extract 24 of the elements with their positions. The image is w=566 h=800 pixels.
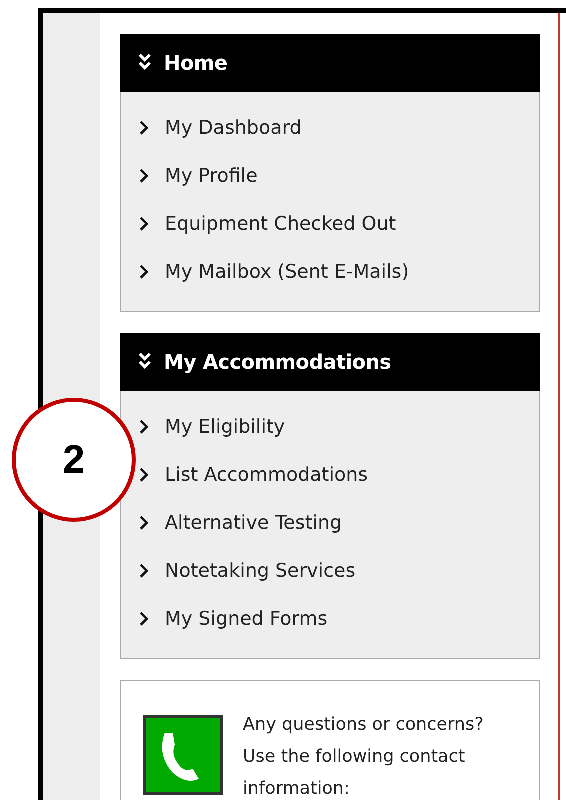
menu-link[interactable]: My Dashboard bbox=[139, 104, 302, 152]
chevron-right-icon bbox=[139, 120, 149, 136]
double-chevron-icon bbox=[138, 352, 152, 372]
chevron-right-icon bbox=[139, 467, 149, 483]
chevron-right-icon bbox=[139, 563, 149, 579]
chevron-right-icon bbox=[139, 419, 149, 435]
menu-link[interactable]: My Profile bbox=[139, 152, 258, 200]
menu-link[interactable]: List Accommodations bbox=[139, 451, 368, 499]
chevron-right-icon bbox=[139, 611, 149, 627]
menu-link[interactable]: Equipment Checked Out bbox=[139, 200, 396, 248]
menu-link[interactable]: Alternative Testing bbox=[139, 499, 342, 547]
menu-link[interactable]: My Eligibility bbox=[139, 403, 286, 451]
menu-link[interactable]: My Signed Forms bbox=[139, 595, 328, 643]
panel-title: My Accommodations bbox=[164, 350, 392, 374]
chevron-right-icon bbox=[139, 168, 149, 184]
panel-title: Home bbox=[164, 51, 228, 75]
menu-link[interactable]: My Mailbox (Sent E-Mails) bbox=[139, 248, 410, 296]
double-chevron-icon bbox=[138, 53, 152, 73]
menu-link[interactable]: Notetaking Services bbox=[139, 547, 356, 595]
chevron-right-icon bbox=[139, 264, 149, 280]
chevron-right-icon bbox=[139, 216, 149, 232]
chevron-right-icon bbox=[139, 515, 149, 531]
contact-text: Any questions or concerns? Use the following contact information: bbox=[243, 714, 484, 800]
phone-icon bbox=[143, 715, 223, 795]
